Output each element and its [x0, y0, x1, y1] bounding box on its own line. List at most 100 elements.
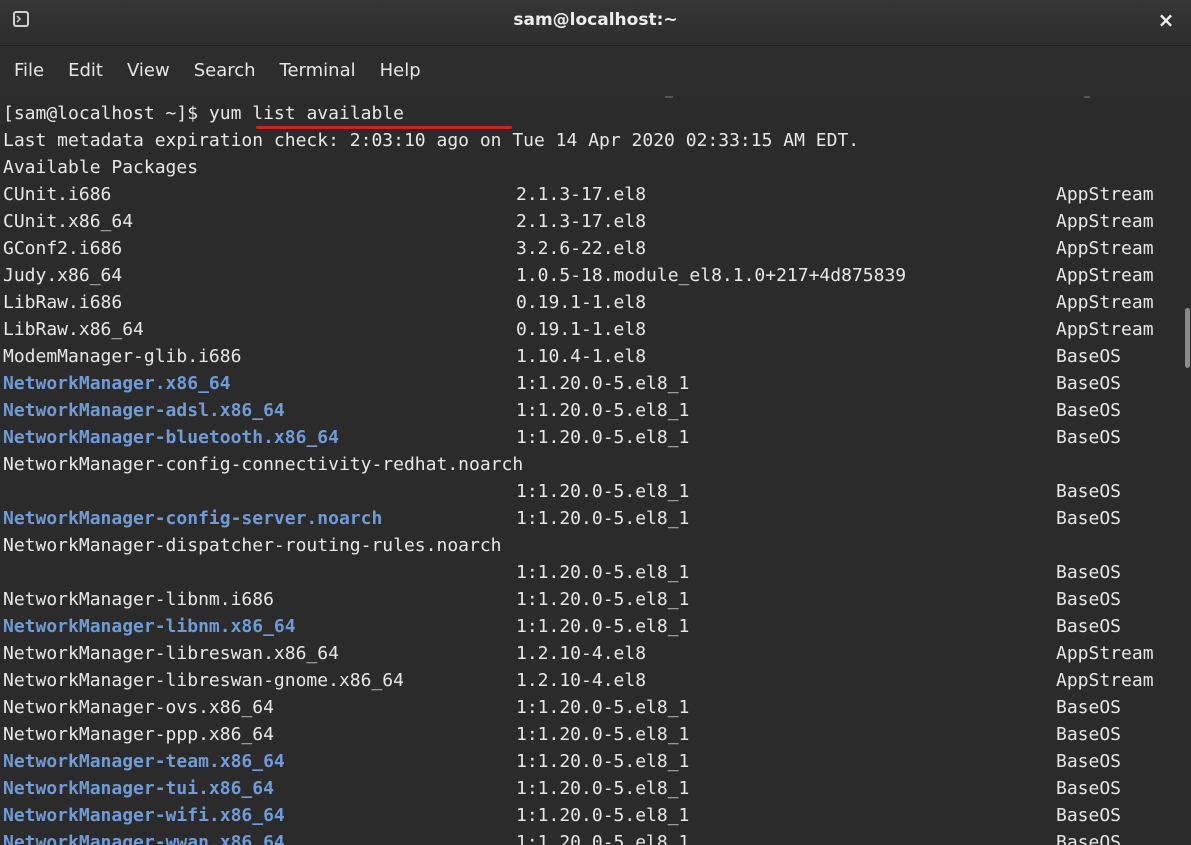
package-version: 1.2.10-4.el8: [516, 670, 647, 691]
menu-file[interactable]: File: [2, 54, 56, 88]
package-row-continuation: 1:1.20.0-5.el8_1 BaseOS: [3, 478, 1183, 505]
package-row: NetworkManager-config-connectivity-redha…: [3, 451, 1183, 478]
close-icon[interactable]: ×: [1153, 7, 1179, 33]
package-name: NetworkManager-libnm.i686: [3, 589, 274, 610]
package-row: NetworkManager-libnm.x86_64 1:1.20.0-5.el…: [3, 613, 1183, 640]
menu-terminal[interactable]: Terminal: [268, 54, 368, 88]
package-name: NetworkManager-config-connectivity-redha…: [3, 454, 524, 475]
package-version: 1:1.20.0-5.el8_1: [516, 724, 690, 745]
package-row: NetworkManager-libreswan.x86_64 1.2.10-4.…: [3, 640, 1183, 667]
package-version: 1.2.10-4.el8: [516, 643, 647, 664]
package-name: NetworkManager-libreswan.x86_64: [3, 643, 339, 664]
scrollbar[interactable]: [1183, 96, 1191, 845]
package-repo: BaseOS: [1056, 427, 1122, 448]
package-version: 2.1.3-17.el8: [516, 211, 647, 232]
package-version: 1.10.4-1.el8: [516, 346, 647, 367]
package-row: LibRaw.x86_64 0.19.1-1.el8 AppStream: [3, 316, 1183, 343]
package-version: 2.1.3-17.el8: [516, 184, 647, 205]
package-name: NetworkManager-ovs.x86_64: [3, 697, 274, 718]
package-repo: BaseOS: [1056, 481, 1122, 502]
package-repo: AppStream: [1056, 643, 1154, 664]
menu-bar: File Edit View Search Terminal Help: [0, 46, 1191, 96]
package-version: 1.0.5-18.module_el8.1.0+217+4d875839: [516, 265, 907, 286]
menu-help[interactable]: Help: [368, 54, 433, 88]
package-row: ModemManager-glib.i686 1.10.4-1.el8 BaseOS: [3, 343, 1183, 370]
package-version: 1:1.20.0-5.el8_1: [516, 805, 690, 826]
package-version: 3.2.6-22.el8: [516, 238, 647, 259]
command-text: yum list available: [208, 103, 404, 124]
package-version: 1:1.20.0-5.el8_1: [516, 832, 690, 845]
package-repo: AppStream: [1056, 211, 1154, 232]
package-name: LibRaw.x86_64: [3, 319, 144, 340]
package-version: 1:1.20.0-5.el8_1: [516, 427, 690, 448]
package-repo: BaseOS: [1056, 346, 1122, 367]
package-version: 1:1.20.0-5.el8_1: [516, 481, 690, 502]
metadata-line: Last metadata expiration check: 2:03:10 …: [3, 130, 860, 151]
package-repo: BaseOS: [1056, 589, 1122, 610]
title-bar[interactable]: sam@localhost:~ ×: [0, 0, 1191, 46]
package-name: NetworkManager-bluetooth.x86_64: [3, 427, 339, 448]
command-underline: [256, 126, 512, 129]
package-list: CUnit.i686 2.1.3-17.el8 AppStream CUnit.x86…: [3, 181, 1183, 845]
package-row: NetworkManager-tui.x86_64 1:1.20.0-5.el8_…: [3, 775, 1183, 802]
package-version: 1:1.20.0-5.el8_1: [516, 562, 690, 583]
package-row-continuation: 1:1.20.0-5.el8_1 BaseOS: [3, 559, 1183, 586]
package-row: NetworkManager-dispatcher-routing-rules.…: [3, 532, 1183, 559]
package-name: NetworkManager-libnm.x86_64: [3, 616, 296, 637]
package-row: NetworkManager-config-server.noarch 1:1.2…: [3, 505, 1183, 532]
package-row: NetworkManager.x86_64 1:1.20.0-5.el8_1 Bas…: [3, 370, 1183, 397]
terminal-lines: [sam@localhost ~]$ yum list available La…: [3, 100, 1183, 845]
package-version: 1:1.20.0-5.el8_1: [516, 508, 690, 529]
package-name: NetworkManager-wifi.x86_64: [3, 805, 285, 826]
render-artifact: [1084, 96, 1090, 98]
package-name: NetworkManager-tui.x86_64: [3, 778, 274, 799]
package-row: CUnit.x86_64 2.1.3-17.el8 AppStream: [3, 208, 1183, 235]
package-row: NetworkManager-wifi.x86_64 1:1.20.0-5.el8…: [3, 802, 1183, 829]
package-repo: BaseOS: [1056, 724, 1122, 745]
package-name: NetworkManager-config-server.noarch: [3, 508, 383, 529]
package-repo: AppStream: [1056, 670, 1154, 691]
package-repo: BaseOS: [1056, 832, 1122, 845]
package-version: 1:1.20.0-5.el8_1: [516, 373, 690, 394]
package-name: NetworkManager-ppp.x86_64: [3, 724, 274, 745]
package-repo: AppStream: [1056, 238, 1154, 259]
package-repo: AppStream: [1056, 184, 1154, 205]
terminal-window: sam@localhost:~ × File Edit View Search …: [0, 0, 1191, 845]
window-title: sam@localhost:~: [513, 10, 678, 30]
package-repo: AppStream: [1056, 292, 1154, 313]
package-repo: BaseOS: [1056, 616, 1122, 637]
package-name: CUnit.i686: [3, 184, 112, 205]
package-version: 1:1.20.0-5.el8_1: [516, 589, 690, 610]
package-row: CUnit.i686 2.1.3-17.el8 AppStream: [3, 181, 1183, 208]
terminal-output[interactable]: [sam@localhost ~]$ yum list available La…: [0, 96, 1191, 845]
section-header: Available Packages: [3, 157, 199, 178]
menu-search[interactable]: Search: [182, 54, 268, 88]
shell-prompt: [sam@localhost ~]$: [3, 103, 209, 124]
package-version: 0.19.1-1.el8: [516, 292, 647, 313]
package-row: NetworkManager-adsl.x86_64 1:1.20.0-5.el8…: [3, 397, 1183, 424]
package-name: NetworkManager-dispatcher-routing-rules.…: [3, 535, 502, 556]
package-repo: AppStream: [1056, 265, 1154, 286]
package-name: NetworkManager-libreswan-gnome.x86_64: [3, 670, 404, 691]
package-repo: BaseOS: [1056, 562, 1122, 583]
menu-edit[interactable]: Edit: [56, 54, 115, 88]
package-row: Judy.x86_64 1.0.5-18.module_el8.1.0+217+4…: [3, 262, 1183, 289]
package-repo: BaseOS: [1056, 697, 1122, 718]
package-repo: BaseOS: [1056, 751, 1122, 772]
package-name: GConf2.i686: [3, 238, 123, 259]
package-repo: AppStream: [1056, 319, 1154, 340]
package-row: NetworkManager-ppp.x86_64 1:1.20.0-5.el8_…: [3, 721, 1183, 748]
menu-view[interactable]: View: [115, 54, 182, 88]
package-row: NetworkManager-libnm.i686 1:1.20.0-5.el8_…: [3, 586, 1183, 613]
package-row: NetworkManager-ovs.x86_64 1:1.20.0-5.el8_…: [3, 694, 1183, 721]
package-version: 1:1.20.0-5.el8_1: [516, 778, 690, 799]
scrollbar-thumb[interactable]: [1185, 308, 1190, 368]
package-name: LibRaw.i686: [3, 292, 123, 313]
package-row: NetworkManager-bluetooth.x86_64 1:1.20.0-…: [3, 424, 1183, 451]
command-line: [sam@localhost ~]$ yum list available: [3, 100, 1183, 127]
package-name: Judy.x86_64: [3, 265, 123, 286]
package-row: NetworkManager-libreswan-gnome.x86_64 1.2…: [3, 667, 1183, 694]
package-name: NetworkManager.x86_64: [3, 373, 231, 394]
package-name: NetworkManager-team.x86_64: [3, 751, 285, 772]
package-version: 1:1.20.0-5.el8_1: [516, 400, 690, 421]
